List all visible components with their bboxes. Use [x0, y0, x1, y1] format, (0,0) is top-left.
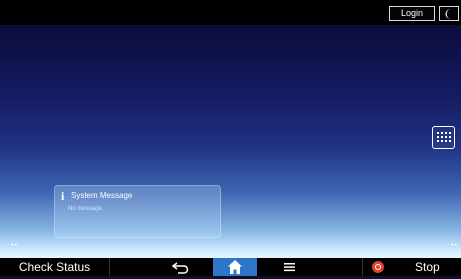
page-indicator-right: •• [451, 242, 458, 249]
app-grid-icon [437, 132, 451, 142]
stop-button[interactable]: Stop [362, 258, 461, 276]
energy-saver-button[interactable] [439, 6, 459, 21]
login-button[interactable]: Login [389, 6, 435, 21]
bottom-bar: Check Status Stop [0, 258, 461, 276]
home-button[interactable] [213, 258, 257, 276]
moon-icon [445, 9, 451, 19]
info-icon: i [61, 189, 65, 203]
system-message-body: No message. [68, 206, 104, 212]
top-bar: Login [0, 0, 461, 25]
back-button[interactable] [170, 260, 192, 274]
check-status-button[interactable]: Check Status [0, 258, 110, 276]
menu-button[interactable] [282, 260, 298, 274]
back-arrow-icon [171, 262, 189, 274]
page-indicator-left: •• [11, 242, 18, 249]
stop-label: Stop [415, 260, 440, 274]
stop-icon [372, 261, 384, 273]
application-list-button[interactable] [432, 126, 455, 149]
system-message-title: System Message [71, 191, 133, 200]
menu-icon [284, 263, 295, 272]
system-message-widget[interactable]: i System Message No message. [54, 185, 221, 238]
home-icon [228, 260, 242, 274]
